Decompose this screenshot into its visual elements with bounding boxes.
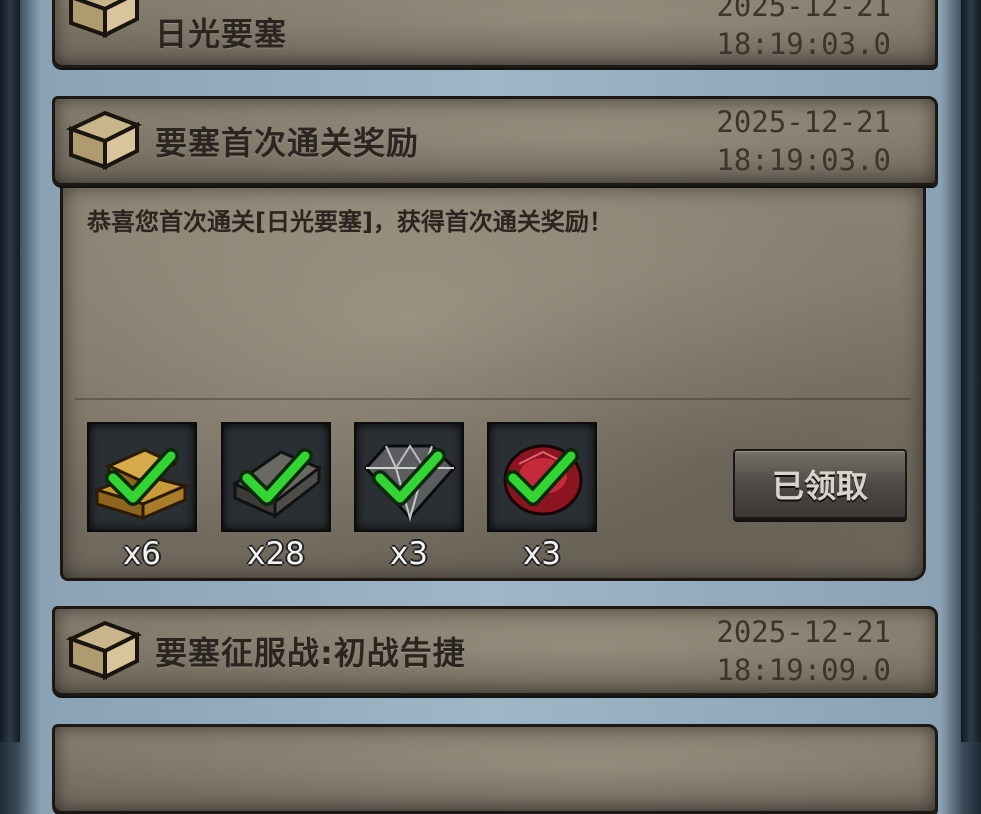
reward-slot[interactable] (487, 422, 597, 532)
mail-time: 18:19:03.0 (716, 143, 891, 177)
mail-date: 2025-12-21 (716, 105, 891, 139)
reward-item[interactable]: x6 (87, 422, 197, 572)
reward-slot[interactable] (221, 422, 331, 532)
reward-count: x3 (522, 536, 562, 572)
chest-icon (65, 110, 142, 171)
mail-timestamp: 2025-12-21 18:19:09.0 (716, 613, 891, 689)
reward-slot[interactable] (87, 422, 197, 532)
reward-count: x28 (247, 536, 305, 572)
mail-timestamp: 2025-12-21 18:19:03.0 (716, 103, 891, 179)
mail-time: 18:19:09.0 (716, 653, 891, 687)
reward-item[interactable]: x3 (354, 422, 464, 572)
mail-title: 要塞征服战:初战告捷 (155, 634, 466, 672)
reward-count: x3 (389, 536, 429, 572)
left-frame (0, 0, 20, 742)
chest-icon (65, 620, 142, 681)
check-icon (372, 448, 446, 506)
mail-item[interactable] (52, 724, 938, 814)
mail-item-expanded[interactable]: 要塞首次通关奖励 2025-12-21 18:19:03.0 (52, 96, 938, 186)
claimed-button[interactable]: 已领取 (733, 449, 907, 519)
mail-body: 恭喜您首次通关[日光要塞]，获得首次通关奖励！ x6 x28 x3 x3 已领取 (60, 186, 926, 581)
reward-item[interactable]: x3 (487, 422, 597, 572)
check-icon (239, 448, 313, 506)
divider (75, 398, 911, 400)
mail-timestamp: 2025-12-21 18:19:03.0 (716, 0, 891, 63)
mail-date: 2025-12-21 (716, 0, 891, 23)
mail-title: 要塞首次通关奖励 (155, 124, 420, 162)
mail-title: 日光要塞 (155, 15, 288, 53)
mail-date: 2025-12-21 (716, 615, 891, 649)
mail-time: 18:19:03.0 (716, 27, 891, 61)
check-icon (105, 448, 179, 506)
reward-slot[interactable] (354, 422, 464, 532)
check-icon (505, 448, 579, 506)
reward-item[interactable]: x28 (221, 422, 331, 572)
mail-item[interactable]: 要塞征服战:初战告捷 2025-12-21 18:19:09.0 (52, 606, 938, 696)
mail-message: 恭喜您首次通关[日光要塞]，获得首次通关奖励！ (87, 208, 613, 236)
mail-item[interactable]: 日光要塞 2025-12-21 18:19:03.0 (52, 0, 938, 68)
right-frame (961, 0, 981, 742)
chest-icon (69, 0, 139, 39)
reward-count: x6 (122, 536, 162, 572)
